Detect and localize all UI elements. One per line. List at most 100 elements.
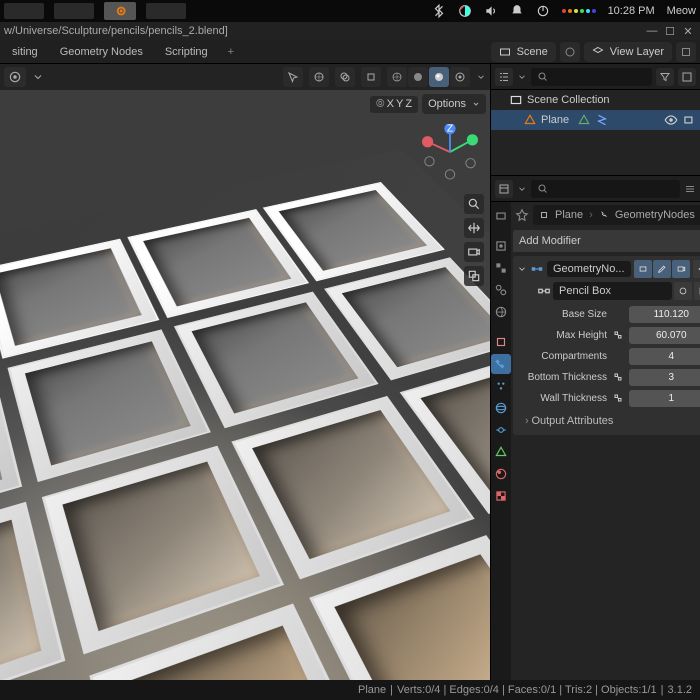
editor-type-button[interactable]	[4, 67, 26, 87]
scene-selector[interactable]: Scene	[491, 42, 556, 62]
input-value[interactable]: 60.070	[629, 327, 700, 344]
attribute-toggle[interactable]	[611, 371, 625, 385]
workspace-tab[interactable]: siting	[4, 42, 46, 62]
taskbar-app[interactable]	[54, 3, 94, 19]
geometry-nodes-icon	[530, 262, 544, 276]
close-button[interactable]: ✕	[682, 25, 694, 37]
overlays-toggle[interactable]	[335, 67, 355, 87]
selectability-button[interactable]	[283, 67, 303, 87]
shading-material[interactable]	[429, 67, 449, 87]
object-label: Plane	[541, 114, 569, 126]
input-value[interactable]: 1	[629, 390, 700, 407]
volume-icon[interactable]	[484, 4, 498, 18]
output-attributes-toggle[interactable]: › Output Attributes	[515, 409, 700, 433]
bluetooth-icon[interactable]	[432, 4, 446, 18]
mod-render-toggle[interactable]	[672, 260, 690, 278]
attribute-toggle[interactable]	[611, 392, 625, 406]
attribute-toggle[interactable]	[611, 350, 625, 364]
tab-render[interactable]	[491, 206, 511, 226]
input-label: Max Height	[519, 330, 607, 341]
new-scene-button[interactable]	[560, 42, 580, 62]
new-collection-button[interactable]	[678, 68, 696, 86]
chevron-down-icon[interactable]	[517, 184, 527, 194]
workspace-tab[interactable]: Scripting	[157, 42, 216, 62]
outliner[interactable]: Scene Collection Plane	[491, 90, 700, 176]
tab-constraints[interactable]	[491, 420, 511, 440]
input-value[interactable]: 4	[629, 348, 700, 365]
add-modifier-button[interactable]: Add Modifier	[513, 230, 700, 252]
move-view-button[interactable]	[464, 218, 484, 238]
shading-wireframe[interactable]	[387, 67, 407, 87]
options-icon[interactable]	[684, 183, 696, 195]
tab-output[interactable]	[491, 236, 511, 256]
axis-lock[interactable]: ⦾ X Y Z	[370, 96, 418, 113]
new-layer-button[interactable]	[676, 42, 696, 62]
tab-physics[interactable]	[491, 398, 511, 418]
input-label: Compartments	[519, 351, 607, 362]
users-button[interactable]	[674, 282, 692, 300]
outliner-item[interactable]: Plane	[491, 110, 700, 130]
workspace-tab[interactable]: Geometry Nodes	[52, 42, 151, 62]
outliner-collection[interactable]: Scene Collection	[491, 90, 700, 110]
visibility-toggle[interactable]	[664, 113, 678, 127]
modifier-name[interactable]: GeometryNo...	[547, 261, 631, 277]
chevron-down-icon[interactable]	[517, 72, 527, 82]
filter-button[interactable]	[656, 68, 674, 86]
layers-icon	[592, 46, 604, 58]
power-icon[interactable]	[536, 4, 550, 18]
add-workspace-button[interactable]: +	[222, 46, 240, 58]
mod-edit-toggle[interactable]	[653, 260, 671, 278]
tab-data[interactable]	[491, 442, 511, 462]
navigation-gizmo[interactable]: Z	[422, 124, 478, 180]
disable-render-toggle[interactable]	[682, 113, 696, 127]
node-group-name[interactable]: Pencil Box	[553, 282, 672, 300]
taskbar-app[interactable]	[4, 3, 44, 19]
tab-texture[interactable]	[491, 486, 511, 506]
tab-modifiers[interactable]	[491, 354, 511, 374]
xray-toggle[interactable]	[361, 67, 381, 87]
properties-search[interactable]	[531, 180, 680, 198]
tab-scene[interactable]	[491, 280, 511, 300]
breadcrumb[interactable]: Plane › GeometryNodes	[533, 205, 700, 225]
attribute-toggle[interactable]	[611, 329, 625, 343]
status-stats: Verts:0/4 | Edges:0/4 | Faces:0/1 | Tris…	[397, 684, 657, 696]
chevron-down-icon[interactable]	[517, 264, 527, 274]
view-layer-selector[interactable]: View Layer	[584, 42, 672, 62]
attribute-toggle[interactable]	[611, 308, 625, 322]
shading-solid[interactable]	[408, 67, 428, 87]
editor-type-properties[interactable]	[495, 180, 513, 198]
new-nodegroup-button[interactable]	[694, 282, 700, 300]
tab-world[interactable]	[491, 302, 511, 322]
editor-type-outliner[interactable]	[495, 68, 513, 86]
tab-material[interactable]	[491, 464, 511, 484]
scene-name: Scene	[517, 46, 548, 58]
clock[interactable]: 10:28 PM	[608, 5, 655, 17]
mod-extras-button[interactable]	[693, 260, 700, 278]
tab-view-layer[interactable]	[491, 258, 511, 278]
input-value[interactable]: 110.120	[629, 306, 700, 323]
camera-view-button[interactable]	[464, 242, 484, 262]
tab-particles[interactable]	[491, 376, 511, 396]
shading-rendered[interactable]	[450, 67, 470, 87]
user-menu[interactable]: Meow	[667, 5, 696, 17]
mesh-data-icon	[577, 113, 591, 127]
chevron-down-icon[interactable]	[32, 71, 44, 83]
perspective-toggle[interactable]	[464, 266, 484, 286]
workspace-switcher[interactable]	[562, 9, 596, 13]
zoom-button[interactable]	[464, 194, 484, 214]
maximize-button[interactable]: ☐	[664, 25, 676, 37]
mod-realtime-toggle[interactable]	[634, 260, 652, 278]
gizmo-toggle[interactable]	[309, 67, 329, 87]
minimize-button[interactable]: —	[646, 25, 658, 37]
tab-object[interactable]	[491, 332, 511, 352]
outliner-search[interactable]	[531, 68, 652, 86]
3d-viewport[interactable]: ⦾ X Y Z Options Z	[0, 64, 490, 700]
options-dropdown[interactable]: Options	[422, 94, 486, 114]
input-value[interactable]: 3	[629, 369, 700, 386]
shading-options-chevron[interactable]	[476, 72, 486, 82]
taskbar-blender[interactable]	[104, 2, 136, 20]
pin-icon[interactable]	[515, 208, 529, 222]
bell-icon[interactable]	[510, 4, 524, 18]
taskbar-app[interactable]	[146, 3, 186, 19]
color-icon[interactable]	[458, 4, 472, 18]
